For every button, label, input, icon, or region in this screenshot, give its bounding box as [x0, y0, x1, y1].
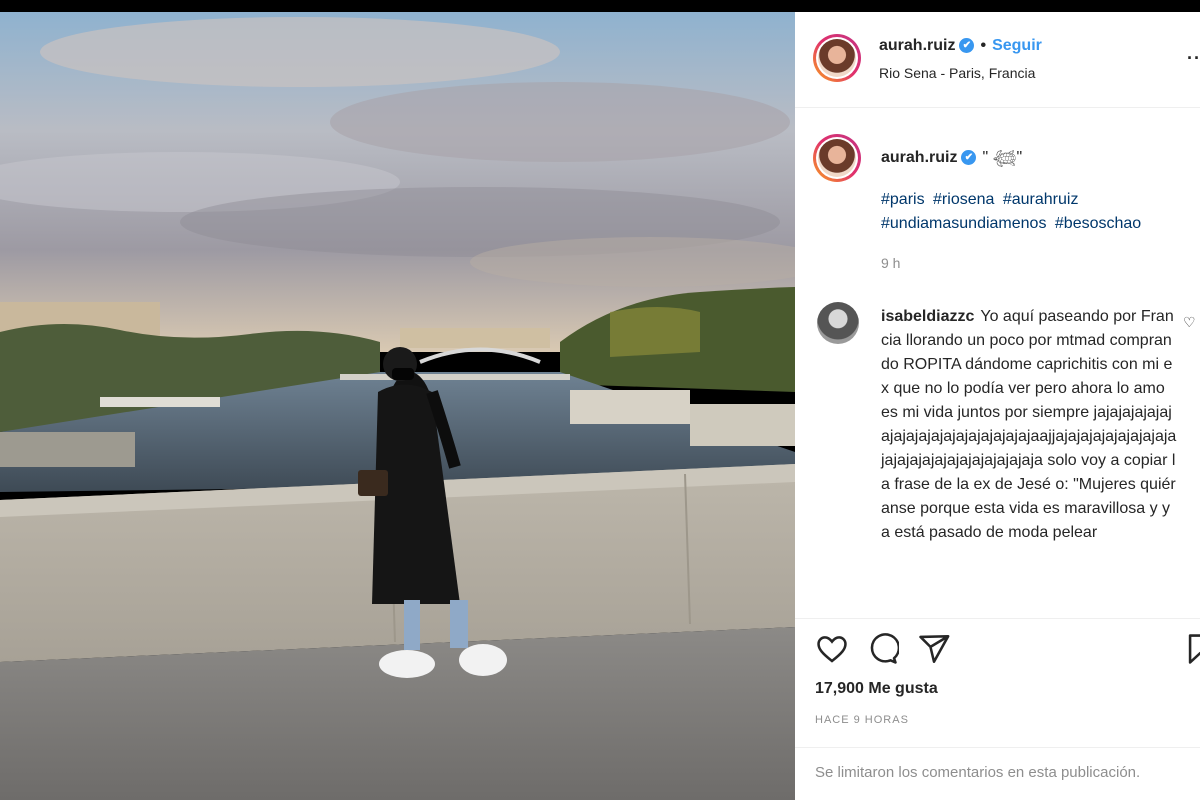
hashtag-list: #paris #riosena #aurahruiz #undiamasundi… — [881, 188, 1191, 236]
post-header: aurah.ruiz ✔ • Seguir — [879, 37, 1042, 55]
hashtag-link[interactable]: #undiamasundiamenos — [881, 215, 1046, 232]
paris-seine-photo — [0, 12, 795, 800]
post-timestamp: HACE 9 HORAS — [815, 714, 909, 726]
top-black-bar — [0, 0, 1200, 12]
post-side-panel: aurah.ruiz ✔ • Seguir Rio Sena - Paris, Fra… — [795, 12, 1200, 800]
caption-author-avatar[interactable] — [813, 134, 861, 182]
like-count[interactable]: 17,900 Me gusta — [815, 680, 938, 698]
verified-badge-icon: ✔ — [961, 150, 977, 166]
caption: aurah.ruiz ✔ " 𓆉" — [881, 142, 1022, 168]
follow-button[interactable]: Seguir — [992, 37, 1042, 54]
share-icon[interactable] — [917, 632, 953, 668]
comment-body: isabeldiazzc Yo aquí paseando por Francia… — [881, 305, 1177, 545]
comment-icon[interactable] — [865, 632, 901, 668]
commenter-avatar[interactable] — [817, 302, 859, 344]
hashtag-link[interactable]: #aurahruiz — [1003, 191, 1079, 208]
header-divider — [795, 107, 1200, 108]
comment-text: Yo aquí paseando por Francia llorando un… — [881, 308, 1177, 541]
caption-text: " 𓆉" — [982, 149, 1023, 166]
comments-limited-notice: Se limitaron los comentarios en esta pub… — [815, 764, 1141, 781]
author-avatar[interactable] — [813, 34, 861, 82]
hashtag-link[interactable]: #besoschao — [1055, 215, 1141, 232]
actions-divider — [795, 618, 1200, 619]
separator-dot: • — [980, 37, 987, 54]
author-username[interactable]: aurah.ruiz — [879, 37, 955, 54]
heart-icon[interactable] — [815, 632, 851, 668]
caption-username[interactable]: aurah.ruiz — [881, 149, 957, 166]
commenter-username[interactable]: isabeldiazzc — [881, 308, 974, 325]
caption-timestamp: 9 h — [881, 255, 901, 271]
bookmark-icon[interactable] — [1183, 632, 1200, 668]
more-options-icon[interactable]: ··· — [1187, 48, 1200, 69]
hashtag-link[interactable]: #riosena — [933, 191, 994, 208]
post-location[interactable]: Rio Sena - Paris, Francia — [879, 65, 1035, 81]
post-photo[interactable] — [0, 12, 795, 800]
small-heart-icon[interactable]: ♡ — [1183, 314, 1196, 331]
hashtag-link[interactable]: #paris — [881, 191, 925, 208]
footer-divider — [795, 747, 1200, 748]
verified-badge-icon: ✔ — [959, 38, 975, 54]
